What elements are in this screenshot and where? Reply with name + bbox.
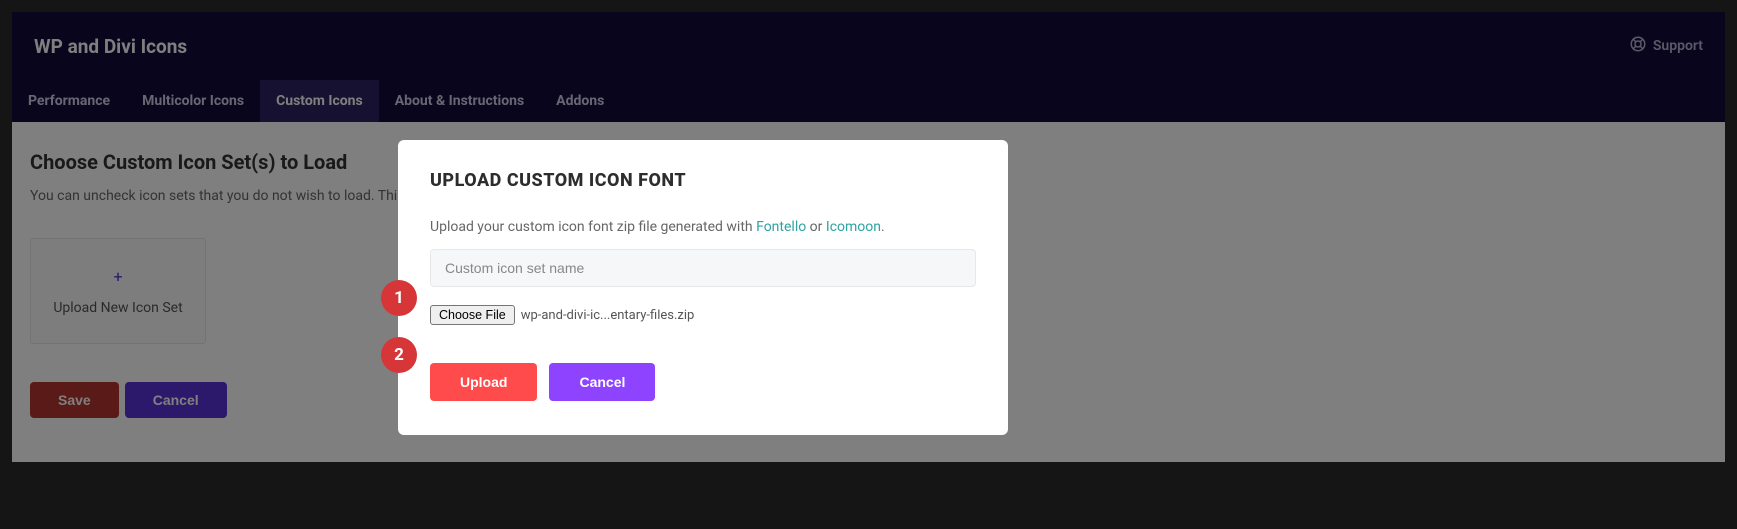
tab-performance[interactable]: Performance	[12, 80, 126, 122]
support-label: Support	[1653, 38, 1703, 54]
icomoon-link[interactable]: Icomoon	[826, 219, 881, 235]
tab-multicolor[interactable]: Multicolor Icons	[126, 80, 260, 122]
annotation-badge-2: 2	[381, 337, 417, 373]
cancel-button[interactable]: Cancel	[125, 382, 227, 418]
modal-desc-text: Upload your custom icon font zip file ge…	[430, 219, 756, 235]
modal-description: Upload your custom icon font zip file ge…	[430, 219, 976, 235]
upload-button[interactable]: Upload	[430, 363, 537, 401]
page-title: WP and Divi Icons	[34, 35, 187, 58]
upload-modal: UPLOAD CUSTOM ICON FONT Upload your cust…	[398, 140, 1008, 435]
tab-about[interactable]: About & Instructions	[379, 80, 540, 122]
choose-file-button[interactable]: Choose File	[430, 305, 515, 325]
modal-cancel-button[interactable]: Cancel	[549, 363, 655, 401]
fontello-link[interactable]: Fontello	[756, 219, 806, 235]
header-bar: WP and Divi Icons Support	[12, 12, 1725, 80]
upload-card-label: Upload New Icon Set	[53, 300, 182, 316]
lifebuoy-icon	[1629, 35, 1647, 57]
upload-new-icon-set-card[interactable]: + Upload New Icon Set	[30, 238, 206, 344]
tabs-bar: Performance Multicolor Icons Custom Icon…	[12, 80, 1725, 122]
modal-desc-period: .	[881, 219, 885, 235]
file-row: Choose File wp-and-divi-ic...entary-file…	[430, 305, 976, 325]
plus-icon: +	[113, 267, 122, 286]
modal-title: UPLOAD CUSTOM ICON FONT	[430, 170, 976, 191]
selected-file-name: wp-and-divi-ic...entary-files.zip	[521, 308, 695, 323]
modal-buttons: Upload Cancel	[430, 363, 976, 401]
icon-set-name-input[interactable]	[430, 249, 976, 287]
annotation-badge-1: 1	[381, 280, 417, 316]
tab-addons[interactable]: Addons	[540, 80, 620, 122]
support-link[interactable]: Support	[1629, 35, 1703, 57]
tab-custom-icons[interactable]: Custom Icons	[260, 80, 379, 122]
modal-desc-or: or	[806, 219, 826, 235]
save-button[interactable]: Save	[30, 382, 119, 418]
